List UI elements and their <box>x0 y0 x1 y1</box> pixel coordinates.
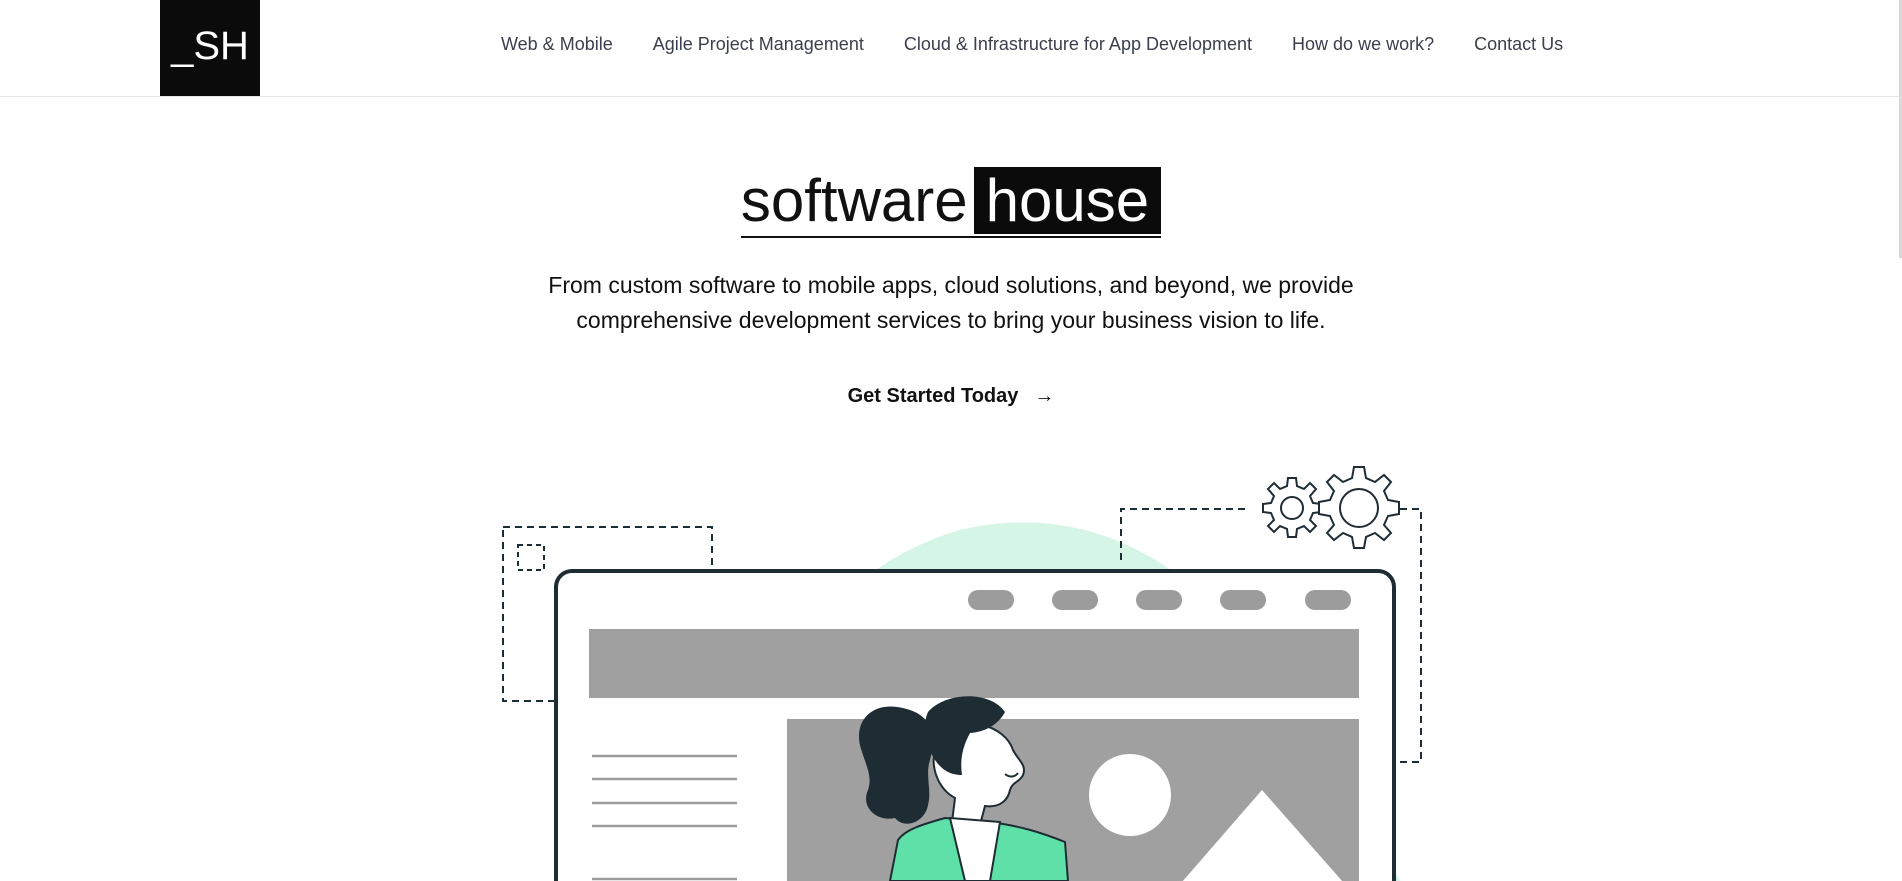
person-hair-ponytail <box>858 706 933 824</box>
hero-illustration <box>502 466 1422 881</box>
header-banner-placeholder <box>589 629 1359 698</box>
gear-icon <box>1262 466 1400 549</box>
dashed-small-square <box>517 544 545 571</box>
